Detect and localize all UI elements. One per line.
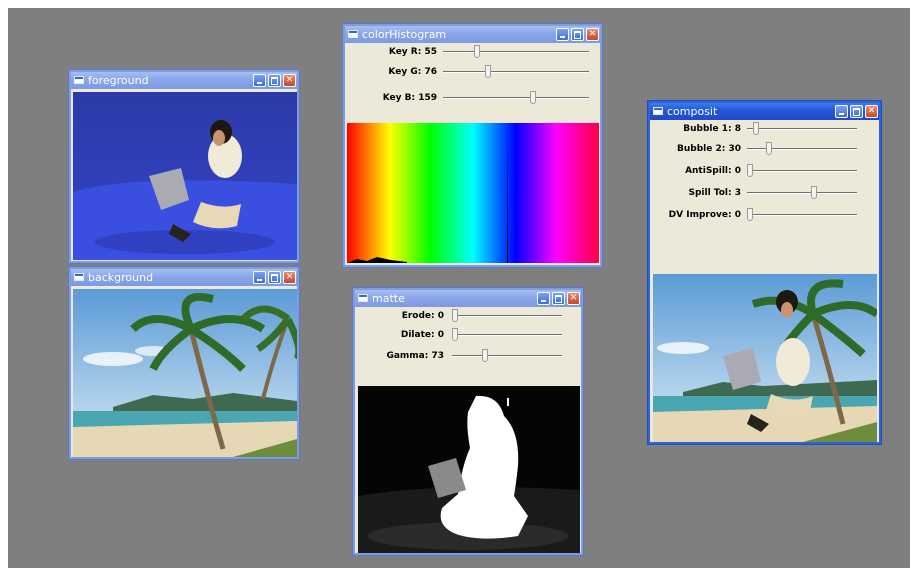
slider-track[interactable] <box>747 128 857 130</box>
background-window[interactable]: background <box>69 267 299 459</box>
slider-thumb[interactable] <box>482 349 489 362</box>
slider-thumb[interactable] <box>452 328 458 341</box>
dv-improve-slider[interactable]: DV Improve: 0 <box>650 207 879 223</box>
slider-label: Spill Tol: 3 <box>688 188 741 198</box>
slider-thumb[interactable] <box>473 45 480 58</box>
slider-track[interactable] <box>452 315 562 317</box>
window-title: background <box>88 271 154 284</box>
matte-window[interactable]: matte Erode: 0 Dilate: 0 Gamma: 73 <box>353 288 583 555</box>
slider-label: Erode: 0 <box>401 311 444 321</box>
composite-image <box>653 274 877 442</box>
foreground-window[interactable]: foreground <box>69 70 299 263</box>
slider-track[interactable] <box>443 71 589 73</box>
maximize-icon[interactable] <box>850 105 863 118</box>
slider-label: Dilate: 0 <box>400 330 444 340</box>
slider-thumb[interactable] <box>765 142 772 155</box>
close-icon[interactable] <box>283 74 296 87</box>
title-bar[interactable]: colorHistogram <box>345 26 600 43</box>
maximize-icon[interactable] <box>268 74 281 87</box>
close-icon[interactable] <box>283 271 296 284</box>
slider-thumb[interactable] <box>485 65 491 78</box>
key-g-slider[interactable]: Key G: 76 <box>345 64 600 80</box>
slider-thumb[interactable] <box>747 164 753 177</box>
window-menu-icon[interactable] <box>74 76 84 84</box>
slider-thumb[interactable] <box>452 309 458 322</box>
window-title: foreground <box>88 74 149 87</box>
maximize-icon[interactable] <box>571 28 584 41</box>
title-bar[interactable]: background <box>71 269 297 286</box>
title-bar[interactable]: matte <box>355 290 581 307</box>
slider-track[interactable] <box>452 334 562 336</box>
color-histogram-window[interactable]: colorHistogram Key R: 55 Key G: 76 Key B… <box>343 24 602 267</box>
slider-label: Key R: 55 <box>388 47 437 57</box>
close-icon[interactable] <box>567 292 580 305</box>
desktop: foreground ✕ background ✕ colorHistogram… <box>8 8 910 568</box>
title-bar[interactable]: foreground <box>71 72 297 89</box>
slider-track[interactable] <box>747 148 857 150</box>
slider-track[interactable] <box>443 97 589 99</box>
minimize-icon[interactable] <box>537 292 550 305</box>
erode-slider[interactable]: Erode: 0 <box>355 308 581 324</box>
key-r-slider[interactable]: Key R: 55 <box>345 44 600 60</box>
slider-thumb[interactable] <box>747 208 753 221</box>
key-b-slider[interactable]: Key B: 159 <box>345 90 600 106</box>
minimize-icon[interactable] <box>253 271 266 284</box>
gamma-slider[interactable]: Gamma: 73 <box>355 348 581 364</box>
slider-label: Bubble 2: 30 <box>677 144 741 154</box>
background-image <box>73 289 297 457</box>
matte-image <box>358 386 580 553</box>
slider-track[interactable] <box>747 192 857 194</box>
slider-label: Key G: 76 <box>388 67 437 77</box>
close-icon[interactable] <box>865 105 878 118</box>
slider-track[interactable] <box>443 51 589 53</box>
maximize-icon[interactable] <box>268 271 281 284</box>
slider-label: Bubble 1: 8 <box>683 124 741 134</box>
slider-thumb[interactable] <box>753 122 760 135</box>
slider-label: Gamma: 73 <box>386 351 444 361</box>
minimize-icon[interactable] <box>835 105 848 118</box>
slider-track[interactable] <box>452 355 562 357</box>
hue-histogram <box>347 123 599 263</box>
window-menu-icon[interactable] <box>74 273 84 281</box>
minimize-icon[interactable] <box>556 28 569 41</box>
close-icon[interactable] <box>586 28 599 41</box>
slider-thumb[interactable] <box>529 91 536 104</box>
dilate-slider[interactable]: Dilate: 0 <box>355 327 581 343</box>
spill-tol-slider[interactable]: Spill Tol: 3 <box>650 185 879 201</box>
bubble-2-slider[interactable]: Bubble 2: 30 <box>650 141 879 157</box>
window-menu-icon[interactable] <box>358 294 368 302</box>
slider-label: Key B: 159 <box>382 93 437 103</box>
minimize-icon[interactable] <box>253 74 266 87</box>
bubble-1-slider[interactable]: Bubble 1: 8 <box>650 121 879 137</box>
window-title: colorHistogram <box>362 28 447 41</box>
window-menu-icon[interactable] <box>348 30 358 38</box>
maximize-icon[interactable] <box>552 292 565 305</box>
window-menu-icon[interactable] <box>653 107 663 115</box>
window-title: matte <box>372 292 405 305</box>
slider-track[interactable] <box>747 214 857 216</box>
antispill-slider[interactable]: AntiSpill: 0 <box>650 163 879 179</box>
window-title: composit <box>667 105 718 118</box>
slider-thumb[interactable] <box>811 186 818 199</box>
composit-window[interactable]: composit Bubble 1: 8 Bubble 2: 30 AntiSp… <box>648 101 881 444</box>
foreground-image <box>73 92 297 260</box>
slider-label: DV Improve: 0 <box>668 210 741 220</box>
slider-track[interactable] <box>747 170 857 172</box>
title-bar[interactable]: composit <box>650 103 879 120</box>
slider-label: AntiSpill: 0 <box>685 166 741 176</box>
